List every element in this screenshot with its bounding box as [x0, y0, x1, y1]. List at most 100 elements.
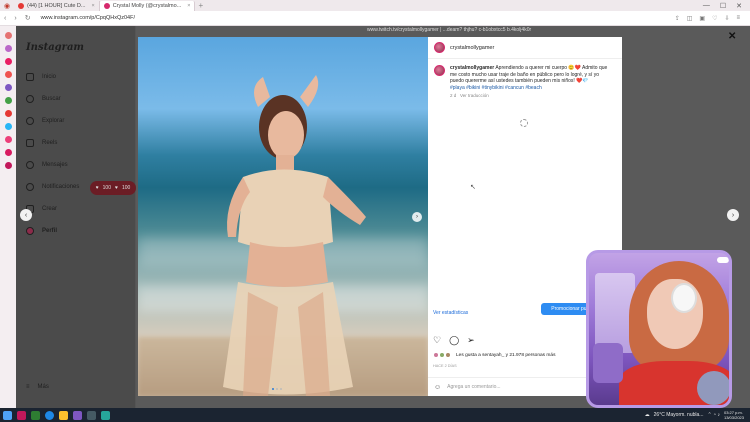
emoji-icon[interactable]: ☺ [434, 384, 441, 391]
heart-icon: ♥ [115, 185, 118, 191]
download-icon[interactable]: ⇩ [724, 15, 729, 22]
heart-icon: ♥ [95, 185, 99, 191]
nav-item-reels[interactable]: Reels [26, 139, 57, 147]
photo-subject [223, 75, 366, 396]
avatar[interactable] [434, 65, 445, 76]
nav-item-notifications[interactable]: Notificaciones [26, 183, 79, 191]
sidebar-app-icon[interactable] [4, 149, 12, 156]
notification-count: 100 [121, 185, 131, 191]
hamburger-icon: ≡ [26, 384, 30, 390]
next-post-button[interactable]: › [727, 209, 739, 221]
toolbar-icons: ⇪ ◫ ▣ ♡ ⇩ ≡ [675, 15, 750, 22]
nav-label: Mensajes [42, 162, 68, 168]
instagram-icon [103, 3, 110, 9]
close-tab-icon[interactable]: × [92, 3, 95, 9]
post-photo[interactable]: › [138, 37, 428, 396]
forward-icon[interactable]: › [10, 15, 20, 22]
browser-menu-icon[interactable]: ◉ [0, 2, 14, 10]
cam-decoration [697, 371, 729, 405]
messenger-icon[interactable] [4, 84, 12, 91]
post-username[interactable]: crystalmollygamer [450, 45, 494, 51]
likes-text: Les gusta a sentayah_ y 21.978 personas … [456, 352, 556, 358]
post-actions: ♡ ◯ ➢ [433, 336, 475, 345]
taskbar-app-icon[interactable] [98, 408, 112, 422]
camera-icon[interactable]: ◫ [687, 15, 693, 22]
previous-post-button[interactable]: ‹ [20, 209, 32, 221]
home-icon [26, 73, 34, 81]
caption-hashtags[interactable]: #playa #bikini #tinybikini #cancun #beac… [450, 85, 542, 91]
avatar-icon [26, 227, 34, 235]
whatsapp-icon[interactable] [4, 97, 12, 104]
notification-count: 100 [102, 185, 111, 191]
search-icon [26, 95, 34, 103]
share-icon[interactable]: ⇪ [675, 15, 680, 22]
sidebar-app-icon[interactable] [4, 110, 12, 117]
view-insights-link[interactable]: Ver estadísticas [433, 310, 468, 316]
sidebar-app-icon[interactable] [4, 58, 12, 65]
comment-icon[interactable]: ◯ [449, 336, 459, 345]
weather-text[interactable]: 26°C Mayorm. nubla... [654, 412, 704, 418]
tab-label: (44) [1 HOUR] Cute D... [27, 3, 86, 9]
comment-input[interactable]: Agrega un comentario... [447, 384, 500, 390]
nav-item-messages[interactable]: Mensajes [26, 161, 68, 169]
nav-item-more[interactable]: ≡ Más [26, 384, 49, 390]
taskbar-app-icon[interactable] [84, 408, 98, 422]
new-tab-button[interactable]: + [198, 1, 203, 10]
translate-link[interactable]: Ver traducción [460, 93, 489, 98]
post-caption: crystalmollygamer Aprendiendo a querer m… [434, 65, 616, 100]
next-image-button[interactable]: › [412, 212, 422, 222]
nav-item-search[interactable]: Buscar [26, 95, 61, 103]
notification-popover[interactable]: ♥ 100 ♥ 100 [90, 181, 136, 195]
share-icon[interactable]: ➢ [467, 336, 475, 345]
likes-summary[interactable]: Les gusta a sentayah_ y 21.978 personas … [433, 352, 555, 358]
close-tab-icon[interactable]: × [187, 3, 190, 9]
nav-item-home[interactable]: Inicio [26, 73, 56, 81]
reload-icon[interactable]: ↻ [21, 14, 35, 22]
sidebar-app-icon[interactable] [4, 45, 12, 52]
sidebar-app-icon[interactable] [4, 32, 12, 39]
heart-icon [26, 183, 34, 191]
tab-instagram[interactable]: Crystal Molly (@crystalmo... × [99, 1, 196, 11]
back-icon[interactable]: ‹ [0, 15, 10, 22]
nav-label: Crear [42, 206, 58, 212]
nav-item-profile[interactable]: Perfil [26, 227, 57, 235]
taskbar-app-icon[interactable] [14, 408, 28, 422]
url-field[interactable]: www.instagram.com/p/CpqQHxQz04F/ [41, 15, 135, 21]
clock-date: 13/03/2023 [723, 415, 744, 420]
sidebar-app-icon[interactable] [4, 136, 12, 143]
loading-spinner [520, 119, 528, 127]
bookmark-icon[interactable]: ♡ [712, 15, 717, 22]
windows-start-icon[interactable] [0, 408, 14, 422]
close-modal-icon[interactable]: ✕ [728, 31, 736, 42]
close-window-icon[interactable]: ✕ [736, 2, 742, 10]
mouse-cursor-icon: ↖ [470, 184, 476, 191]
taskbar-app-icon[interactable] [28, 408, 42, 422]
sidebar-app-icon[interactable] [4, 71, 12, 78]
taskbar-app-icon[interactable] [70, 408, 84, 422]
post-timestamp: HACE 2 DÍAS [433, 364, 457, 368]
instagram-logo[interactable]: Instagram [26, 42, 84, 53]
like-icon[interactable]: ♡ [433, 336, 441, 345]
edge-icon[interactable] [42, 408, 56, 422]
sidebar-app-icon[interactable] [4, 162, 12, 169]
nav-label: Notificaciones [42, 184, 80, 190]
tray-icons[interactable]: ⌃ ◔ ♪ [707, 412, 720, 418]
tab-youtube[interactable]: (44) [1 HOUR] Cute D... × [14, 1, 100, 11]
nav-label: Perfil [42, 228, 58, 234]
avatar[interactable] [434, 42, 445, 53]
clock[interactable]: 03:27 p.m. 13/03/2023 [724, 410, 744, 420]
reels-icon [26, 139, 34, 147]
post-header: crystalmollygamer [428, 37, 622, 59]
caption-username[interactable]: crystalmollygamer [450, 65, 494, 71]
wallet-icon[interactable]: ▣ [699, 15, 705, 22]
telegram-icon[interactable] [4, 123, 12, 130]
browser-sidebar [0, 26, 16, 408]
maximize-icon[interactable]: ☐ [720, 2, 726, 10]
nav-label: Reels [42, 140, 58, 146]
nav-item-explore[interactable]: Explorar [26, 117, 64, 125]
minimize-icon[interactable]: — [703, 2, 710, 10]
menu-icon[interactable]: ≡ [736, 15, 740, 22]
microphone-icon [593, 343, 623, 383]
youtube-icon [18, 3, 25, 9]
folder-icon[interactable] [56, 408, 70, 422]
